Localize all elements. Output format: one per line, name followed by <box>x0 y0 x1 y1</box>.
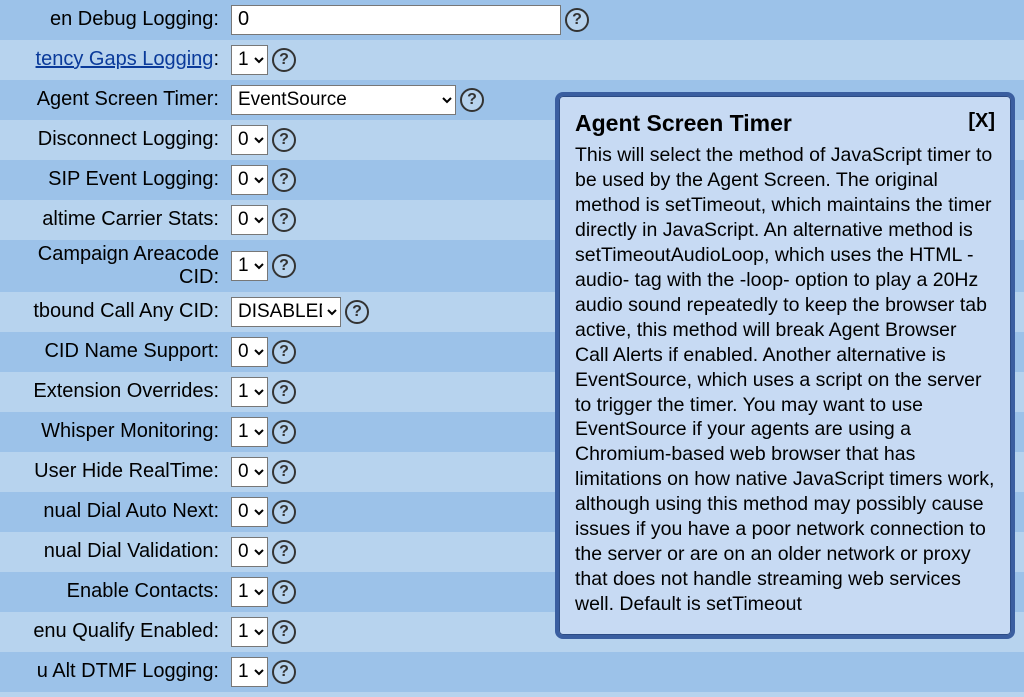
help-popup: Agent Screen Timer [X] This will select … <box>555 92 1015 639</box>
setting-label-menu-qualify-enabled: enu Qualify Enabled: <box>0 620 225 643</box>
setting-input-whisper-monitoring[interactable]: 1 <box>231 417 268 447</box>
help-popup-close[interactable]: [X] <box>968 110 995 133</box>
setting-control-disconnect-logging: 0? <box>225 125 296 155</box>
setting-label-extension-overrides: Extension Overrides: <box>0 380 225 403</box>
help-icon[interactable]: ? <box>272 540 296 564</box>
setting-label-latency-gaps-logging[interactable]: tency Gaps Logging: <box>0 48 225 71</box>
setting-input-cid-name-support[interactable]: 0 <box>231 337 268 367</box>
setting-input-disconnect-logging[interactable]: 0 <box>231 125 268 155</box>
setting-control-user-hide-realtime: 0? <box>225 457 296 487</box>
setting-control-agent-screen-timer: EventSource? <box>225 85 484 115</box>
setting-control-enable-contacts: 1? <box>225 577 296 607</box>
setting-label-debug-logging: en Debug Logging: <box>0 8 225 31</box>
setting-control-latency-gaps-logging: 1? <box>225 45 296 75</box>
help-icon[interactable]: ? <box>345 300 369 324</box>
help-popup-title: Agent Screen Timer <box>575 110 792 137</box>
setting-control-sip-event-logging: 0? <box>225 165 296 195</box>
setting-label-outbound-call-any-cid: tbound Call Any CID: <box>0 300 225 323</box>
help-icon[interactable]: ? <box>272 580 296 604</box>
setting-input-user-hide-realtime[interactable]: 0 <box>231 457 268 487</box>
setting-label-realtime-carrier-stats: altime Carrier Stats: <box>0 208 225 231</box>
setting-input-agent-screen-timer[interactable]: EventSource <box>231 85 456 115</box>
setting-label-enable-contacts: Enable Contacts: <box>0 580 225 603</box>
setting-input-latency-gaps-logging[interactable]: 1 <box>231 45 268 75</box>
setting-label-alt-dtmf-logging: u Alt DTMF Logging: <box>0 660 225 683</box>
setting-label-manual-dial-validation: nual Dial Validation: <box>0 540 225 563</box>
setting-input-enable-contacts[interactable]: 1 <box>231 577 268 607</box>
setting-label-cid-name-support: CID Name Support: <box>0 340 225 363</box>
setting-control-manual-dial-validation: 0? <box>225 537 296 567</box>
setting-control-alt-dtmf-logging: 1? <box>225 657 296 687</box>
setting-input-campaign-areacode-cid[interactable]: 1 <box>231 251 268 281</box>
setting-label-agent-screen-timer: Agent Screen Timer: <box>0 88 225 111</box>
setting-input-sip-event-logging[interactable]: 0 <box>231 165 268 195</box>
setting-control-debug-logging: ? <box>225 5 589 35</box>
setting-input-manual-dial-auto-next[interactable]: 0 <box>231 497 268 527</box>
help-icon[interactable]: ? <box>272 168 296 192</box>
help-icon[interactable]: ? <box>272 48 296 72</box>
help-icon[interactable]: ? <box>272 128 296 152</box>
help-icon[interactable]: ? <box>272 340 296 364</box>
setting-row-debug-logging: en Debug Logging:? <box>0 0 1024 40</box>
help-icon[interactable]: ? <box>272 208 296 232</box>
help-popup-body: This will select the method of JavaScrip… <box>575 143 995 617</box>
setting-label-manual-dial-auto-next: nual Dial Auto Next: <box>0 500 225 523</box>
setting-label-sip-event-logging: SIP Event Logging: <box>0 168 225 191</box>
setting-control-whisper-monitoring: 1? <box>225 417 296 447</box>
help-icon[interactable]: ? <box>565 8 589 32</box>
setting-input-alt-dtmf-logging[interactable]: 1 <box>231 657 268 687</box>
setting-control-outbound-call-any-cid: DISABLED? <box>225 297 369 327</box>
setting-control-realtime-carrier-stats: 0? <box>225 205 296 235</box>
setting-input-extension-overrides[interactable]: 1 <box>231 377 268 407</box>
setting-label-whisper-monitoring: Whisper Monitoring: <box>0 420 225 443</box>
setting-input-outbound-call-any-cid[interactable]: DISABLED <box>231 297 341 327</box>
help-icon[interactable]: ? <box>460 88 484 112</box>
setting-label-disconnect-logging: Disconnect Logging: <box>0 128 225 151</box>
setting-control-extension-overrides: 1? <box>225 377 296 407</box>
help-icon[interactable]: ? <box>272 380 296 404</box>
setting-control-campaign-areacode-cid: 1? <box>225 251 296 281</box>
setting-input-debug-logging[interactable] <box>231 5 561 35</box>
setting-label-user-hide-realtime: User Hide RealTime: <box>0 460 225 483</box>
setting-input-menu-qualify-enabled[interactable]: 1 <box>231 617 268 647</box>
help-icon[interactable]: ? <box>272 254 296 278</box>
help-icon[interactable]: ? <box>272 660 296 684</box>
help-icon[interactable]: ? <box>272 460 296 484</box>
help-icon[interactable]: ? <box>272 500 296 524</box>
setting-control-menu-qualify-enabled: 1? <box>225 617 296 647</box>
setting-label-campaign-areacode-cid: Campaign Areacode CID: <box>0 243 225 289</box>
help-icon[interactable]: ? <box>272 620 296 644</box>
setting-row-latency-gaps-logging: tency Gaps Logging:1? <box>0 40 1024 80</box>
setting-control-cid-name-support: 0? <box>225 337 296 367</box>
setting-row-alt-dtmf-logging: u Alt DTMF Logging:1? <box>0 652 1024 692</box>
help-icon[interactable]: ? <box>272 420 296 444</box>
setting-input-realtime-carrier-stats[interactable]: 0 <box>231 205 268 235</box>
setting-input-manual-dial-validation[interactable]: 0 <box>231 537 268 567</box>
setting-control-manual-dial-auto-next: 0? <box>225 497 296 527</box>
